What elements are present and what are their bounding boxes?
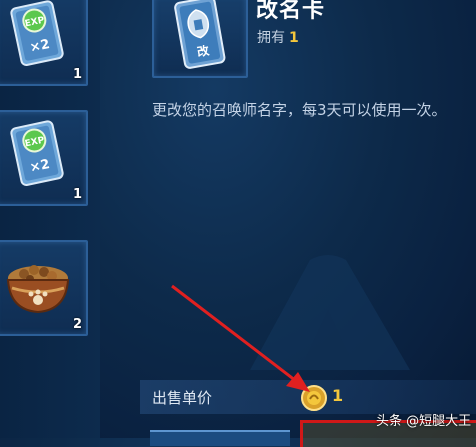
item-title: 改名卡	[256, 0, 326, 23]
gold-coin-icon	[301, 385, 327, 411]
sell-price-label: 出售单价	[152, 389, 213, 407]
inventory-slot-exp-1[interactable]: EXP ×2 1	[0, 0, 88, 86]
exp-card-icon: EXP ×2	[10, 0, 64, 67]
owned-value: 1	[289, 30, 299, 46]
sell-price-row: 出售单价 1	[140, 380, 476, 414]
food-bowl-icon	[6, 265, 70, 314]
background-emblem	[250, 255, 410, 370]
rename-card-icon: 改	[152, 0, 248, 78]
owned-count: 拥有 1	[257, 27, 299, 47]
rename-card-art: 改	[174, 0, 226, 69]
item-quantity: 1	[72, 67, 82, 82]
owned-label: 拥有	[257, 30, 285, 46]
sell-price-value: 1	[332, 386, 344, 405]
item-quantity: 2	[72, 317, 82, 332]
inventory-slot-food[interactable]: 2	[0, 240, 88, 336]
exp-card-icon: EXP ×2	[10, 120, 64, 187]
item-quantity: 1	[72, 187, 82, 202]
item-description: 更改您的召唤师名字，每3天可以使用一次。	[152, 101, 447, 119]
inventory-slot-exp-2[interactable]: EXP ×2 1	[0, 110, 88, 206]
watermark: 头条 @短腿大王	[376, 414, 472, 429]
bottom-left-button[interactable]	[150, 430, 290, 446]
